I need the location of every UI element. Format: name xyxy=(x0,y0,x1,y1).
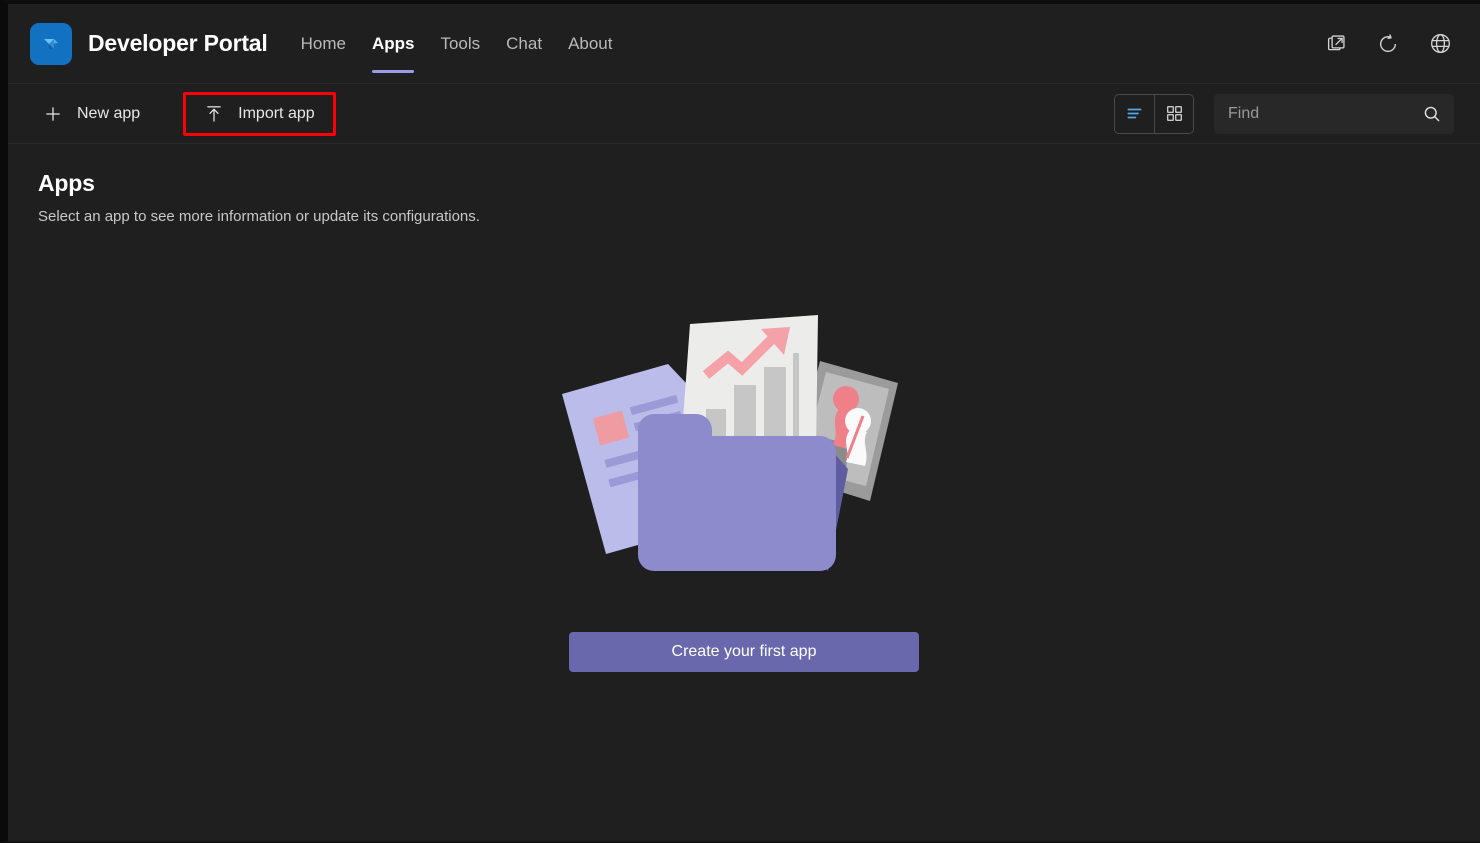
globe-button[interactable] xyxy=(1426,30,1454,58)
logo-glyph xyxy=(44,38,58,49)
brand: Developer Portal xyxy=(30,22,268,65)
header-actions xyxy=(1322,30,1454,58)
import-app-label: Import app xyxy=(238,104,315,122)
refresh-button[interactable] xyxy=(1374,30,1402,58)
illustration-folder xyxy=(638,414,848,571)
top-header-bar: Developer Portal Home Apps Tools Chat Ab… xyxy=(8,4,1480,84)
list-view-button[interactable] xyxy=(1115,94,1154,133)
primary-navigation: Home Apps Tools Chat About xyxy=(288,4,626,84)
plus-icon xyxy=(43,104,63,124)
grid-view-button[interactable] xyxy=(1154,94,1193,133)
new-app-label: New app xyxy=(77,104,141,122)
globe-icon xyxy=(1430,34,1450,53)
search-icon[interactable] xyxy=(1422,104,1442,124)
new-app-button[interactable]: New app xyxy=(22,92,161,136)
refresh-icon xyxy=(1380,33,1397,52)
nav-item-chat[interactable]: Chat xyxy=(493,4,555,84)
nav-item-about[interactable]: About xyxy=(555,4,625,84)
app-window: Developer Portal Home Apps Tools Chat Ab… xyxy=(0,0,1480,843)
upload-icon xyxy=(204,104,224,124)
page-content: Apps Select an app to see more informati… xyxy=(8,144,1480,672)
nav-item-apps[interactable]: Apps xyxy=(359,4,428,84)
search-box xyxy=(1214,93,1473,134)
nav-item-home[interactable]: Home xyxy=(288,4,359,84)
brand-title: Developer Portal xyxy=(88,30,268,56)
folder-with-documents-illustration xyxy=(562,315,898,571)
command-toolbar: New app Import app xyxy=(8,84,1480,144)
open-in-new-button[interactable] xyxy=(1322,30,1350,58)
create-first-app-button[interactable]: Create your first app xyxy=(569,632,919,672)
view-mode-toggle xyxy=(1114,93,1194,134)
list-view-icon xyxy=(1127,108,1142,119)
page-title: Apps xyxy=(38,170,95,196)
open-in-new-icon xyxy=(1327,35,1345,51)
empty-state: Create your first app xyxy=(38,309,1450,672)
grid-view-icon xyxy=(1166,105,1182,122)
nav-item-tools[interactable]: Tools xyxy=(427,4,493,84)
import-app-button[interactable]: Import app xyxy=(183,91,336,136)
developer-portal-logo-icon xyxy=(30,22,72,65)
page-subtitle: Select an app to see more information or… xyxy=(38,208,480,225)
toolbar-right-group xyxy=(1114,93,1473,134)
